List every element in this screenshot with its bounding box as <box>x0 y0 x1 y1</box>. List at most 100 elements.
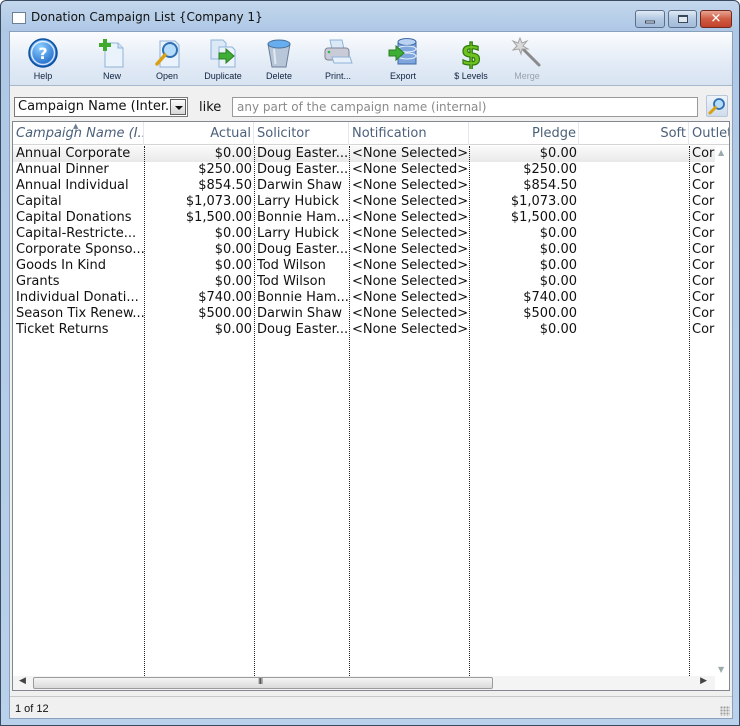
cell-solicitor: Larry Hubick <box>257 194 340 209</box>
cell-soft <box>579 210 689 226</box>
table-row[interactable]: Annual Individual $854.50 Darwin Shaw <None… <box>13 178 715 194</box>
cell-notification: <None Selected> <box>352 210 469 225</box>
scroll-up-icon[interactable]: ▲ <box>718 148 724 157</box>
cell-solicitor: Doug Easter... <box>257 146 349 161</box>
sort-ascending-icon: ▲ <box>73 122 79 130</box>
table-row[interactable]: Grants $0.00 Tod Wilson <None Selected> $0.0… <box>13 274 715 290</box>
table-row[interactable]: Ticket Returns $0.00 Doug Easter... <None S… <box>13 322 715 338</box>
open-button[interactable]: Open <box>139 34 195 84</box>
search-input[interactable] <box>232 97 698 117</box>
column-divider <box>689 146 690 676</box>
close-button[interactable]: ✕ <box>700 10 732 28</box>
record-position: 1 of 12 <box>15 703 49 715</box>
cell-notification: <None Selected> <box>352 306 469 321</box>
title-bar[interactable]: Donation Campaign List {Company 1} ✕ <box>1 1 739 31</box>
table-row[interactable]: Corporate Sponso... $0.00 Doug Easter... <N… <box>13 242 715 258</box>
export-button[interactable]: Export <box>375 34 431 84</box>
cell-pledge: $0.00 <box>539 322 577 337</box>
cell-notification: <None Selected> <box>352 162 469 177</box>
table-row[interactable]: Individual Donati... $740.00 Bonnie Ham...… <box>13 290 715 306</box>
table-row[interactable]: Capital Donations $1,500.00 Bonnie Ham... <… <box>13 210 715 226</box>
cell-soft <box>579 226 689 242</box>
cell-actual: $0.00 <box>214 274 252 289</box>
column-label: Outlet <box>692 126 729 141</box>
maximize-icon <box>677 15 688 23</box>
cell-soft <box>579 322 689 338</box>
close-icon: ✕ <box>710 11 722 27</box>
open-label: Open <box>155 71 179 81</box>
horizontal-scrollbar[interactable]: ◀ III ▶ <box>13 676 715 690</box>
delete-button[interactable]: Delete <box>251 34 307 84</box>
search-field-select[interactable]: Campaign Name (Inter... <box>14 97 188 117</box>
filter-bar: Campaign Name (Inter... like <box>10 87 732 121</box>
cell-solicitor: Doug Easter... <box>257 322 349 337</box>
svg-text:$: $ <box>461 38 482 69</box>
cell-notification: <None Selected> <box>352 226 469 241</box>
vertical-scrollbar[interactable]: ▲ ▼ <box>715 146 729 676</box>
column-divider <box>579 146 580 676</box>
scroll-down-icon[interactable]: ▼ <box>718 665 724 674</box>
column-label: Actual <box>210 126 251 141</box>
cell-campaign-name: Goods In Kind <box>16 258 106 273</box>
search-field-value: Campaign Name (Inter... <box>18 99 178 114</box>
duplicate-button[interactable]: Duplicate <box>195 34 251 84</box>
cell-outlet: Cor <box>692 322 715 337</box>
scroll-left-icon[interactable]: ◀ <box>19 676 26 686</box>
cell-campaign-name: Capital <box>16 194 62 209</box>
search-button[interactable] <box>706 95 728 117</box>
table-row[interactable]: Annual Dinner $250.00 Doug Easter... <None … <box>13 162 715 178</box>
table-row[interactable]: Annual Corporate $0.00 Doug Easter... <None… <box>13 146 715 162</box>
table-row[interactable]: Capital $1,073.00 Larry Hubick <None Select… <box>13 194 715 210</box>
cell-notification: <None Selected> <box>352 146 469 161</box>
column-header-soft[interactable]: Soft <box>579 122 689 145</box>
magnifier-icon <box>155 40 180 68</box>
minimize-button[interactable] <box>635 10 665 28</box>
minimize-icon <box>645 20 655 24</box>
column-header-notification[interactable]: Notification <box>349 122 469 145</box>
cell-actual: $1,073.00 <box>185 194 252 209</box>
printer-icon <box>324 39 353 64</box>
delete-label: Delete <box>265 71 292 81</box>
merge-label: Merge <box>514 71 540 81</box>
table-row[interactable]: Goods In Kind $0.00 Tod Wilson <None Select… <box>13 258 715 274</box>
merge-button[interactable]: Merge <box>499 34 555 84</box>
column-header-actual[interactable]: Actual <box>144 122 254 145</box>
column-header-campaign-name[interactable]: ▲ Campaign Name (I... <box>13 122 144 145</box>
table-row[interactable]: Season Tix Renew... $500.00 Darwin Shaw <No… <box>13 306 715 322</box>
cell-notification: <None Selected> <box>352 194 469 209</box>
cell-outlet: Cor <box>692 146 715 161</box>
column-header-solicitor[interactable]: Solicitor <box>254 122 349 145</box>
database-export-icon <box>388 38 417 65</box>
new-button[interactable]: New <box>84 34 140 84</box>
horizontal-scroll-thumb[interactable]: III <box>33 677 493 689</box>
cell-soft <box>579 178 689 194</box>
status-bar: 1 of 12 <box>10 696 732 718</box>
table-body: Annual Corporate $0.00 Doug Easter... <None… <box>13 146 715 338</box>
resize-grip-icon[interactable] <box>720 706 730 716</box>
print-button[interactable]: Print... <box>310 34 366 84</box>
column-label: Solicitor <box>257 126 310 141</box>
cell-outlet: Cor <box>692 242 715 257</box>
cell-notification: <None Selected> <box>352 178 469 193</box>
cell-solicitor: Doug Easter... <box>257 162 349 177</box>
cell-outlet: Cor <box>692 290 715 305</box>
scroll-right-icon[interactable]: ▶ <box>700 676 707 686</box>
campaign-table: ▲ Campaign Name (I... Actual Solicitor N… <box>12 121 730 691</box>
help-button[interactable]: ? Help <box>15 34 71 84</box>
dollar-levels-button[interactable]: $ $ Levels <box>443 34 499 84</box>
duplicate-icon <box>210 39 236 68</box>
column-divider <box>254 146 255 676</box>
cell-pledge: $740.00 <box>523 290 577 305</box>
cell-pledge: $250.00 <box>523 162 577 177</box>
trash-bin-icon <box>267 39 291 68</box>
maximize-button[interactable] <box>668 10 697 28</box>
table-row[interactable]: Capital-Restricte... $0.00 Larry Hubick <No… <box>13 226 715 242</box>
app-window: Donation Campaign List {Company 1} ✕ ? H… <box>0 0 740 726</box>
column-header-pledge[interactable]: Pledge <box>469 122 579 145</box>
cell-solicitor: Larry Hubick <box>257 226 340 241</box>
cell-pledge: $500.00 <box>523 306 577 321</box>
cell-solicitor: Bonnie Ham... <box>257 290 349 305</box>
chevron-down-icon[interactable] <box>170 99 186 115</box>
cell-pledge: $0.00 <box>539 258 577 273</box>
column-header-outlet[interactable]: Outlet <box>689 122 729 145</box>
